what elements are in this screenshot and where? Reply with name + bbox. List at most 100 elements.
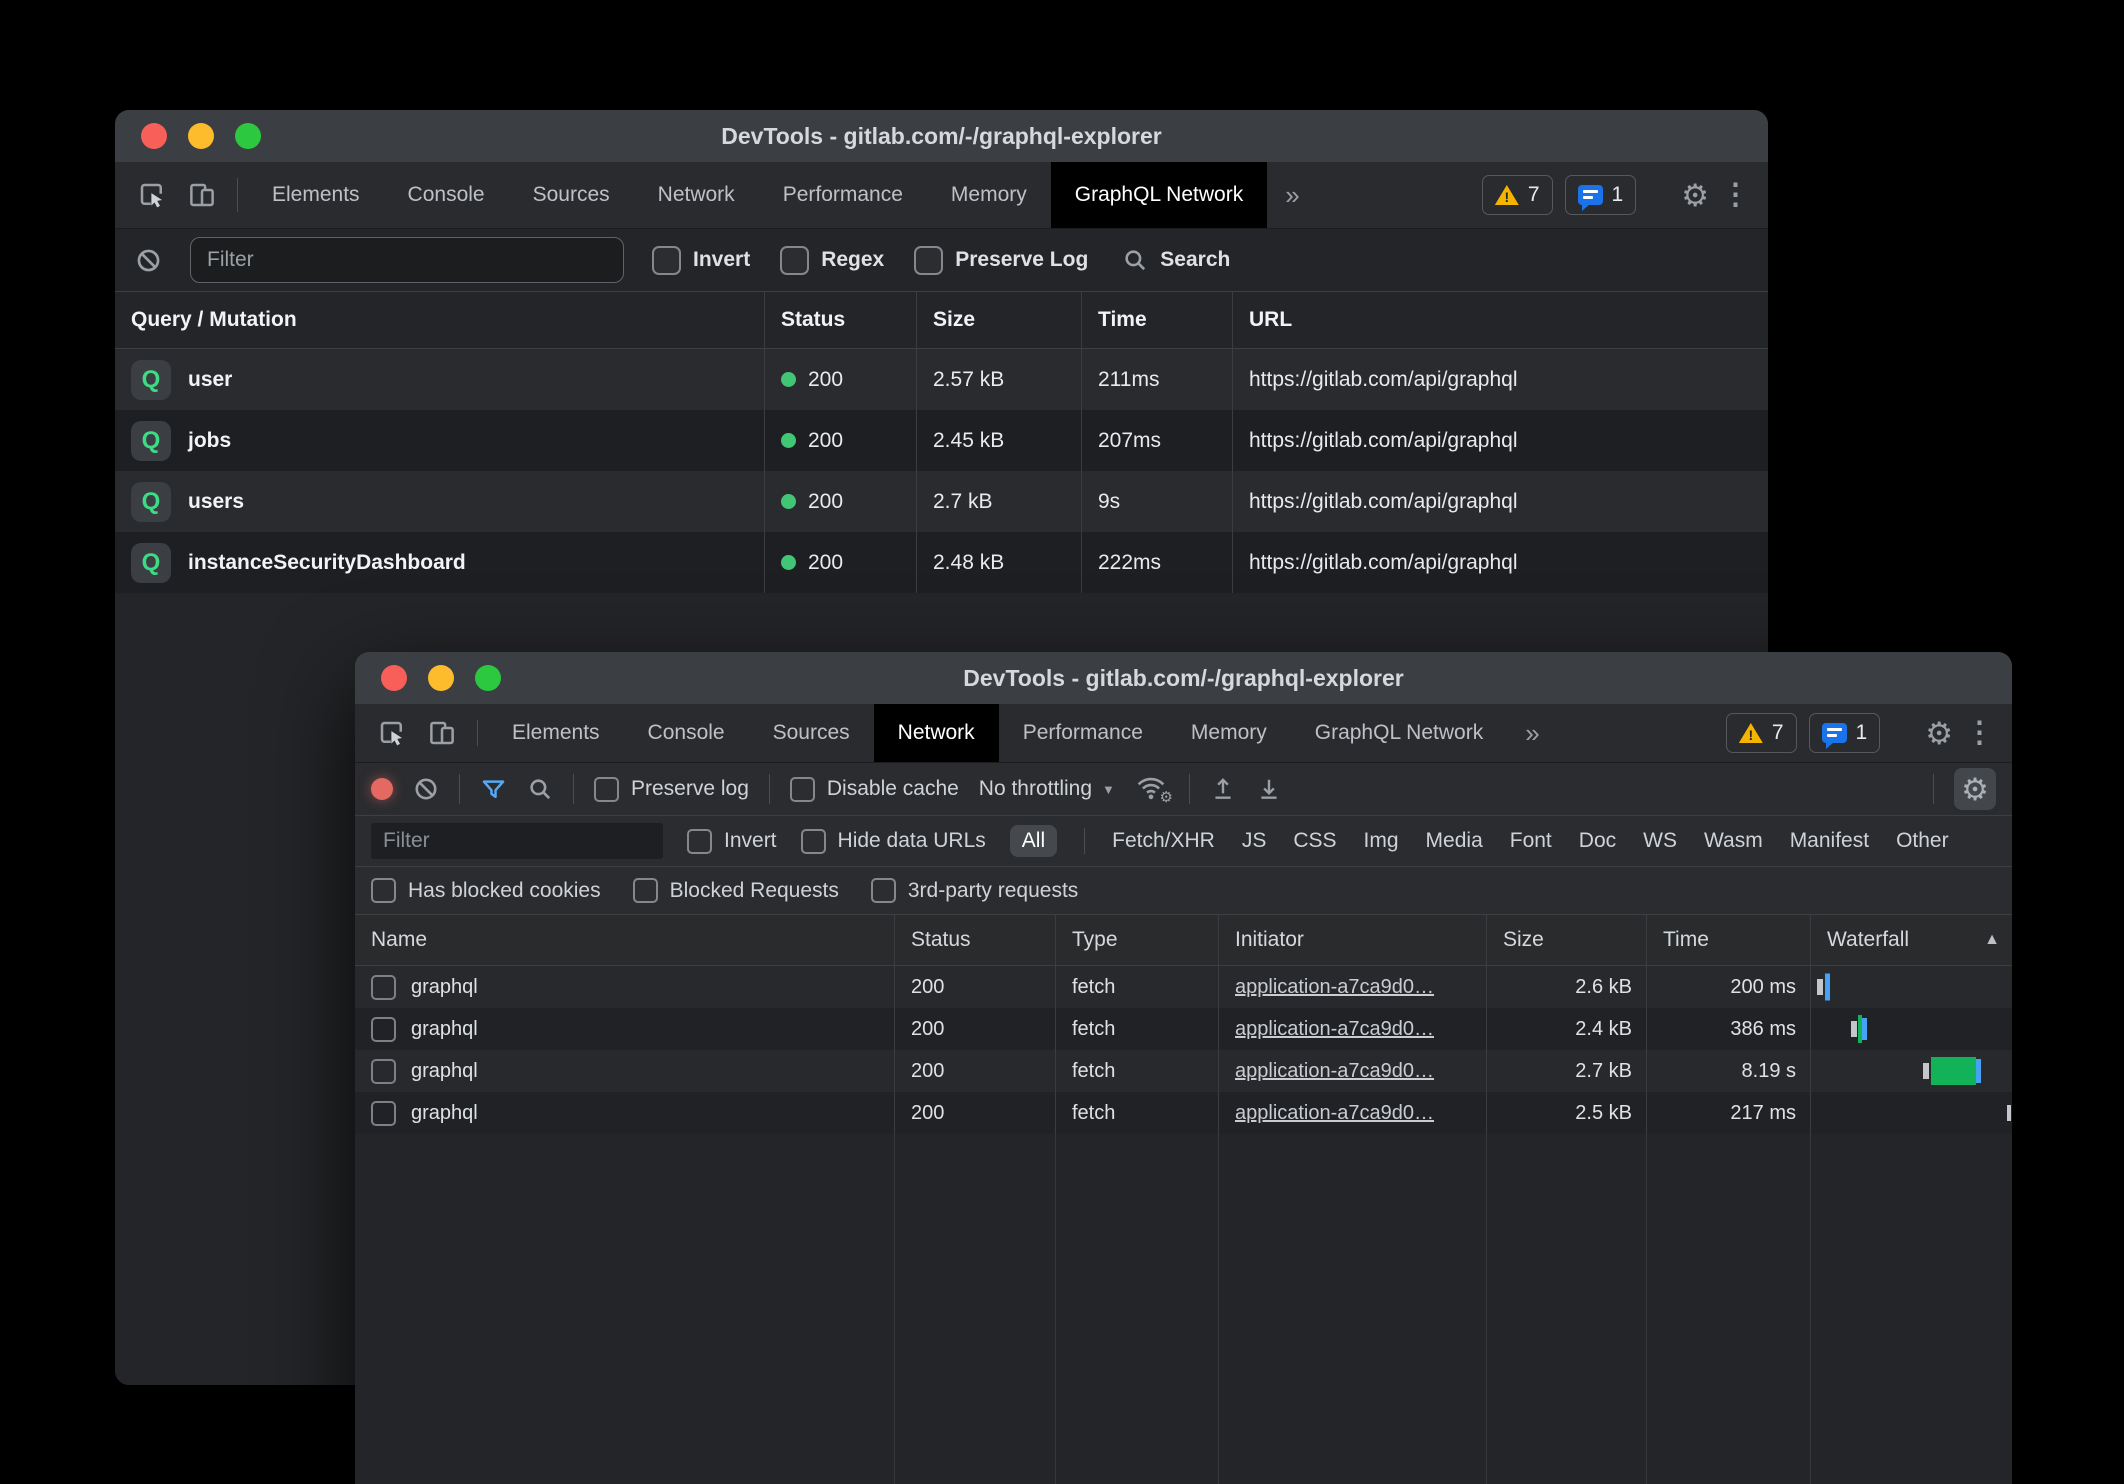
invert-checkbox[interactable]: Invert bbox=[652, 246, 750, 275]
import-har-icon[interactable] bbox=[1210, 776, 1236, 802]
tab-sources[interactable]: Sources bbox=[509, 162, 634, 228]
network-conditions-icon[interactable]: ⚙ bbox=[1135, 774, 1169, 804]
clear-log-icon[interactable] bbox=[135, 247, 162, 274]
initiator-link[interactable]: application-a7ca9d0… bbox=[1235, 1060, 1434, 1083]
column-header-time[interactable]: Time bbox=[1647, 915, 1811, 965]
filter-funnel-icon[interactable] bbox=[480, 776, 507, 803]
more-tabs-button[interactable]: » bbox=[1507, 704, 1557, 762]
column-header-query-mutation[interactable]: Query / Mutation bbox=[115, 292, 765, 348]
column-header-type[interactable]: Type bbox=[1056, 915, 1219, 965]
filter-chip-wasm[interactable]: Wasm bbox=[1704, 829, 1763, 853]
column-header-size[interactable]: Size bbox=[1487, 915, 1647, 965]
filter-chip-manifest[interactable]: Manifest bbox=[1790, 829, 1869, 853]
has-blocked-cookies-checkbox[interactable]: Has blocked cookies bbox=[371, 878, 601, 903]
kebab-menu-icon[interactable]: ⋮ bbox=[1965, 719, 1994, 748]
tab-memory[interactable]: Memory bbox=[927, 162, 1051, 228]
network-filter-input[interactable] bbox=[371, 823, 663, 859]
search-icon[interactable] bbox=[527, 776, 553, 802]
inspect-element-icon[interactable] bbox=[367, 704, 417, 762]
tab-network[interactable]: Network bbox=[874, 704, 999, 762]
column-header-size[interactable]: Size bbox=[917, 292, 1082, 348]
device-toolbar-icon[interactable] bbox=[417, 704, 467, 762]
titlebar[interactable]: DevTools - gitlab.com/-/graphql-explorer bbox=[355, 652, 2012, 704]
tab-network[interactable]: Network bbox=[634, 162, 759, 228]
tab-memory[interactable]: Memory bbox=[1167, 704, 1291, 762]
network-request-row[interactable]: graphql200fetchapplication-a7ca9d0…2.7 k… bbox=[355, 1050, 2012, 1092]
disable-cache-checkbox[interactable]: Disable cache bbox=[790, 777, 959, 802]
filter-chip-fetch-xhr[interactable]: Fetch/XHR bbox=[1112, 829, 1215, 853]
column-header-waterfall[interactable]: Waterfall▲ bbox=[1811, 915, 2012, 965]
request-checkbox[interactable] bbox=[371, 1059, 396, 1084]
initiator-link[interactable]: application-a7ca9d0… bbox=[1235, 1018, 1434, 1041]
preserve-log-checkbox[interactable]: Preserve log bbox=[594, 777, 749, 802]
column-header-name[interactable]: Name bbox=[355, 915, 895, 965]
filter-chip-img[interactable]: Img bbox=[1364, 829, 1399, 853]
throttling-dropdown[interactable]: No throttling ▼ bbox=[979, 777, 1115, 801]
network-request-row[interactable]: graphql200fetchapplication-a7ca9d0…2.6 k… bbox=[355, 966, 2012, 1008]
column-header-time[interactable]: Time bbox=[1082, 292, 1233, 348]
filter-input[interactable] bbox=[190, 237, 624, 283]
tab-performance[interactable]: Performance bbox=[759, 162, 927, 228]
filter-chip-js[interactable]: JS bbox=[1242, 829, 1267, 853]
network-settings-button[interactable]: ⚙ bbox=[1954, 768, 1996, 810]
tab-console[interactable]: Console bbox=[624, 704, 749, 762]
preserve-log-checkbox[interactable]: Preserve Log bbox=[914, 246, 1088, 275]
close-window-button[interactable] bbox=[381, 665, 407, 691]
tab-performance[interactable]: Performance bbox=[999, 704, 1167, 762]
tab-elements[interactable]: Elements bbox=[488, 704, 624, 762]
filter-chip-font[interactable]: Font bbox=[1510, 829, 1552, 853]
table-row[interactable]: Qusers2002.7 kB9shttps://gitlab.com/api/… bbox=[115, 471, 1768, 532]
network-request-row[interactable]: graphql200fetchapplication-a7ca9d0…2.4 k… bbox=[355, 1008, 2012, 1050]
zoom-window-button[interactable] bbox=[235, 123, 261, 149]
invert-checkbox[interactable]: Invert bbox=[687, 829, 777, 854]
settings-gear-icon[interactable]: ⚙ bbox=[1681, 180, 1709, 211]
issues-badge[interactable]: 1 bbox=[1565, 175, 1637, 215]
hide-data-urls-checkbox[interactable]: Hide data URLs bbox=[801, 829, 986, 854]
minimize-window-button[interactable] bbox=[188, 123, 214, 149]
filter-chip-ws[interactable]: WS bbox=[1643, 829, 1677, 853]
request-checkbox[interactable] bbox=[371, 975, 396, 1000]
tab-sources[interactable]: Sources bbox=[749, 704, 874, 762]
filter-chip-css[interactable]: CSS bbox=[1293, 829, 1336, 853]
table-row[interactable]: QinstanceSecurityDashboard2002.48 kB222m… bbox=[115, 532, 1768, 593]
filter-chip-media[interactable]: Media bbox=[1426, 829, 1483, 853]
close-window-button[interactable] bbox=[141, 123, 167, 149]
tab-console[interactable]: Console bbox=[384, 162, 509, 228]
network-request-row[interactable]: graphql200fetchapplication-a7ca9d0…2.5 k… bbox=[355, 1092, 2012, 1134]
device-toolbar-icon[interactable] bbox=[177, 162, 227, 228]
record-network-log-button[interactable] bbox=[371, 778, 393, 800]
filter-chip-all[interactable]: All bbox=[1010, 825, 1057, 857]
zoom-window-button[interactable] bbox=[475, 665, 501, 691]
kebab-menu-icon[interactable]: ⋮ bbox=[1721, 181, 1750, 210]
search-toggle[interactable]: Search bbox=[1122, 247, 1230, 273]
column-header-status[interactable]: Status bbox=[895, 915, 1056, 965]
filter-chip-other[interactable]: Other bbox=[1896, 829, 1949, 853]
size-cell: 2.4 kB bbox=[1487, 1008, 1647, 1050]
request-checkbox[interactable] bbox=[371, 1017, 396, 1042]
column-header-url[interactable]: URL bbox=[1233, 292, 1768, 348]
titlebar[interactable]: DevTools - gitlab.com/-/graphql-explorer bbox=[115, 110, 1768, 162]
column-header-initiator[interactable]: Initiator bbox=[1219, 915, 1487, 965]
filter-chip-doc[interactable]: Doc bbox=[1579, 829, 1616, 853]
column-header-status[interactable]: Status bbox=[765, 292, 917, 348]
export-har-icon[interactable] bbox=[1256, 776, 1282, 802]
table-row[interactable]: Qjobs2002.45 kB207mshttps://gitlab.com/a… bbox=[115, 410, 1768, 471]
issues-badge[interactable]: 1 bbox=[1809, 713, 1881, 753]
tab-graphql-network[interactable]: GraphQL Network bbox=[1291, 704, 1507, 762]
3rd-party-requests-checkbox[interactable]: 3rd-party requests bbox=[871, 878, 1078, 903]
clear-network-log-icon[interactable] bbox=[413, 776, 439, 802]
settings-gear-icon[interactable]: ⚙ bbox=[1925, 718, 1953, 749]
warnings-badge[interactable]: ! 7 bbox=[1482, 175, 1553, 215]
minimize-window-button[interactable] bbox=[428, 665, 454, 691]
initiator-link[interactable]: application-a7ca9d0… bbox=[1235, 1102, 1434, 1125]
tab-elements[interactable]: Elements bbox=[248, 162, 384, 228]
warnings-badge[interactable]: ! 7 bbox=[1726, 713, 1797, 753]
table-row[interactable]: Quser2002.57 kB211mshttps://gitlab.com/a… bbox=[115, 349, 1768, 410]
initiator-link[interactable]: application-a7ca9d0… bbox=[1235, 976, 1434, 999]
request-checkbox[interactable] bbox=[371, 1101, 396, 1126]
blocked-requests-checkbox[interactable]: Blocked Requests bbox=[633, 878, 839, 903]
tab-graphql-network[interactable]: GraphQL Network bbox=[1051, 162, 1267, 228]
inspect-element-icon[interactable] bbox=[127, 162, 177, 228]
more-tabs-button[interactable]: » bbox=[1267, 162, 1317, 228]
regex-checkbox[interactable]: Regex bbox=[780, 246, 884, 275]
